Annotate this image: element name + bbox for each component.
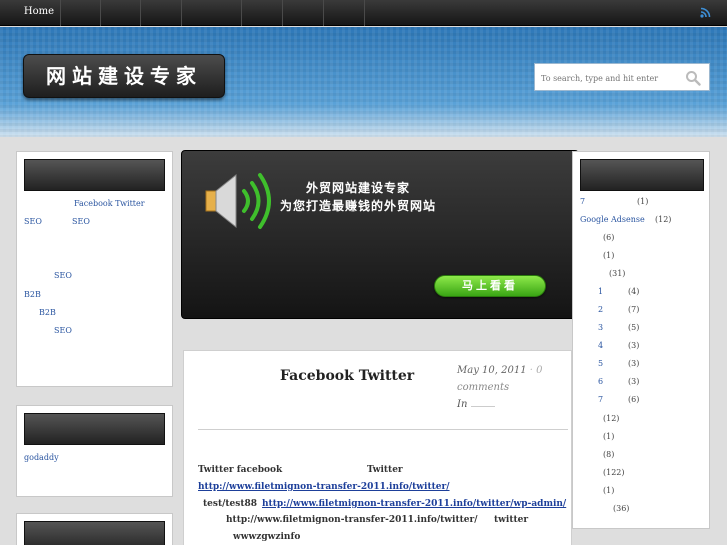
nav-item-7[interactable] bbox=[283, 0, 324, 26]
category-count: (5) bbox=[628, 323, 640, 332]
post-comments-link[interactable]: comments bbox=[457, 382, 509, 393]
category-count: (3) bbox=[628, 341, 640, 350]
category-count: (1) bbox=[637, 197, 649, 206]
top-navigation: Home bbox=[0, 0, 727, 26]
nav-item-6[interactable] bbox=[242, 0, 283, 26]
post-text: wwwzgwzinfo bbox=[233, 532, 301, 542]
sidebar-link[interactable]: B2B bbox=[24, 290, 41, 299]
sidebar-link-godaddy[interactable]: godaddy bbox=[24, 453, 59, 462]
post-meta-separator: · bbox=[529, 365, 533, 376]
nav-item-4[interactable] bbox=[141, 0, 182, 26]
category-count: (3) bbox=[628, 359, 640, 368]
sidebar-link[interactable]: SEO bbox=[24, 217, 42, 226]
blog-post: Facebook Twitter May 10, 2011 · 0 commen… bbox=[183, 350, 572, 545]
left-widget-1-title bbox=[24, 159, 165, 191]
category-link[interactable]: 4 bbox=[598, 341, 603, 350]
right-widget: 7 (1) Google Adsense (12) (6) (1) (31) 1 (4) 2 (7)… bbox=[572, 151, 710, 529]
category-link[interactable]: 3 bbox=[598, 323, 603, 332]
category-count: (31) bbox=[609, 269, 626, 278]
category-link[interactable]: 7 bbox=[598, 395, 603, 404]
post-date: May 10, 2011 · 0 bbox=[457, 365, 543, 376]
category-count: (12) bbox=[603, 414, 620, 423]
left-widget-1: Facebook Twitter SEO SEO SEO B2B B2B SEO bbox=[16, 151, 173, 387]
rss-icon[interactable] bbox=[700, 7, 711, 18]
post-divider bbox=[198, 429, 568, 430]
category-count: (36) bbox=[613, 504, 630, 513]
nav-item-2[interactable] bbox=[61, 0, 101, 26]
category-count: (4) bbox=[628, 287, 640, 296]
search-box bbox=[534, 63, 710, 91]
category-count: (6) bbox=[628, 395, 640, 404]
banner-headline: 外贸网站建设专家 bbox=[306, 181, 411, 195]
speaker-icon bbox=[205, 173, 271, 229]
sidebar-link[interactable]: SEO bbox=[72, 217, 90, 226]
sidebar-link[interactable]: B2B bbox=[39, 308, 56, 317]
post-title[interactable]: Facebook Twitter bbox=[280, 368, 414, 384]
post-category: In bbox=[457, 398, 495, 410]
category-count: (6) bbox=[603, 233, 615, 242]
category-count: (3) bbox=[628, 377, 640, 386]
post-text: Twitter bbox=[367, 465, 403, 475]
sidebar-link[interactable]: SEO bbox=[54, 271, 72, 280]
post-text: Twitter facebook bbox=[198, 465, 283, 475]
category-count: (1) bbox=[603, 432, 615, 441]
post-date-text: May 10, 2011 bbox=[457, 365, 527, 376]
category-count: (7) bbox=[628, 305, 640, 314]
search-input[interactable] bbox=[541, 70, 681, 86]
category-link[interactable]: 2 bbox=[598, 305, 603, 314]
nav-item-8[interactable] bbox=[324, 0, 365, 26]
category-count: (8) bbox=[603, 450, 615, 459]
category-link[interactable]: Google Adsense bbox=[580, 215, 645, 224]
left-widget-3 bbox=[16, 513, 173, 545]
post-in-label: In bbox=[457, 399, 468, 410]
post-text: test/test88 bbox=[203, 499, 258, 509]
banner-subheadline: 为您打造最赚钱的外贸网站 bbox=[280, 199, 437, 213]
category-count: (1) bbox=[603, 251, 615, 260]
category-count: (12) bbox=[655, 215, 672, 224]
post-comment-count[interactable]: 0 bbox=[536, 365, 542, 376]
sidebar-link[interactable]: SEO bbox=[54, 326, 72, 335]
left-widget-3-title bbox=[24, 521, 165, 545]
post-link[interactable]: http://www.filetmignon-transfer-2011.inf… bbox=[262, 499, 566, 509]
nav-item-home[interactable]: Home bbox=[18, 0, 61, 26]
category-link[interactable]: 6 bbox=[598, 377, 603, 386]
sidebar-link[interactable]: Facebook Twitter bbox=[74, 199, 145, 208]
search-icon[interactable] bbox=[685, 70, 701, 86]
category-link[interactable]: 7 bbox=[580, 197, 585, 206]
nav-item-5[interactable] bbox=[182, 0, 242, 26]
category-count: (1) bbox=[603, 486, 615, 495]
post-text: http://www.filetmignon-transfer-2011.inf… bbox=[226, 515, 478, 525]
promo-banner[interactable]: 外贸网站建设专家 为您打造最赚钱的外贸网站 马上看看 bbox=[181, 150, 579, 319]
post-category-underline[interactable] bbox=[470, 398, 495, 407]
post-text: twitter bbox=[494, 515, 529, 525]
site-logo[interactable]: 网站建设专家 bbox=[23, 54, 225, 98]
nav-item-3[interactable] bbox=[101, 0, 141, 26]
post-link[interactable]: http://www.filetmignon-transfer-2011.inf… bbox=[198, 482, 450, 492]
view-now-button[interactable]: 马上看看 bbox=[434, 275, 546, 297]
category-count: (122) bbox=[603, 468, 625, 477]
category-link[interactable]: 5 bbox=[598, 359, 603, 368]
right-widget-title bbox=[580, 159, 704, 191]
category-link[interactable]: 1 bbox=[598, 287, 603, 296]
left-widget-2-title bbox=[24, 413, 165, 445]
left-widget-2: godaddy bbox=[16, 405, 173, 497]
